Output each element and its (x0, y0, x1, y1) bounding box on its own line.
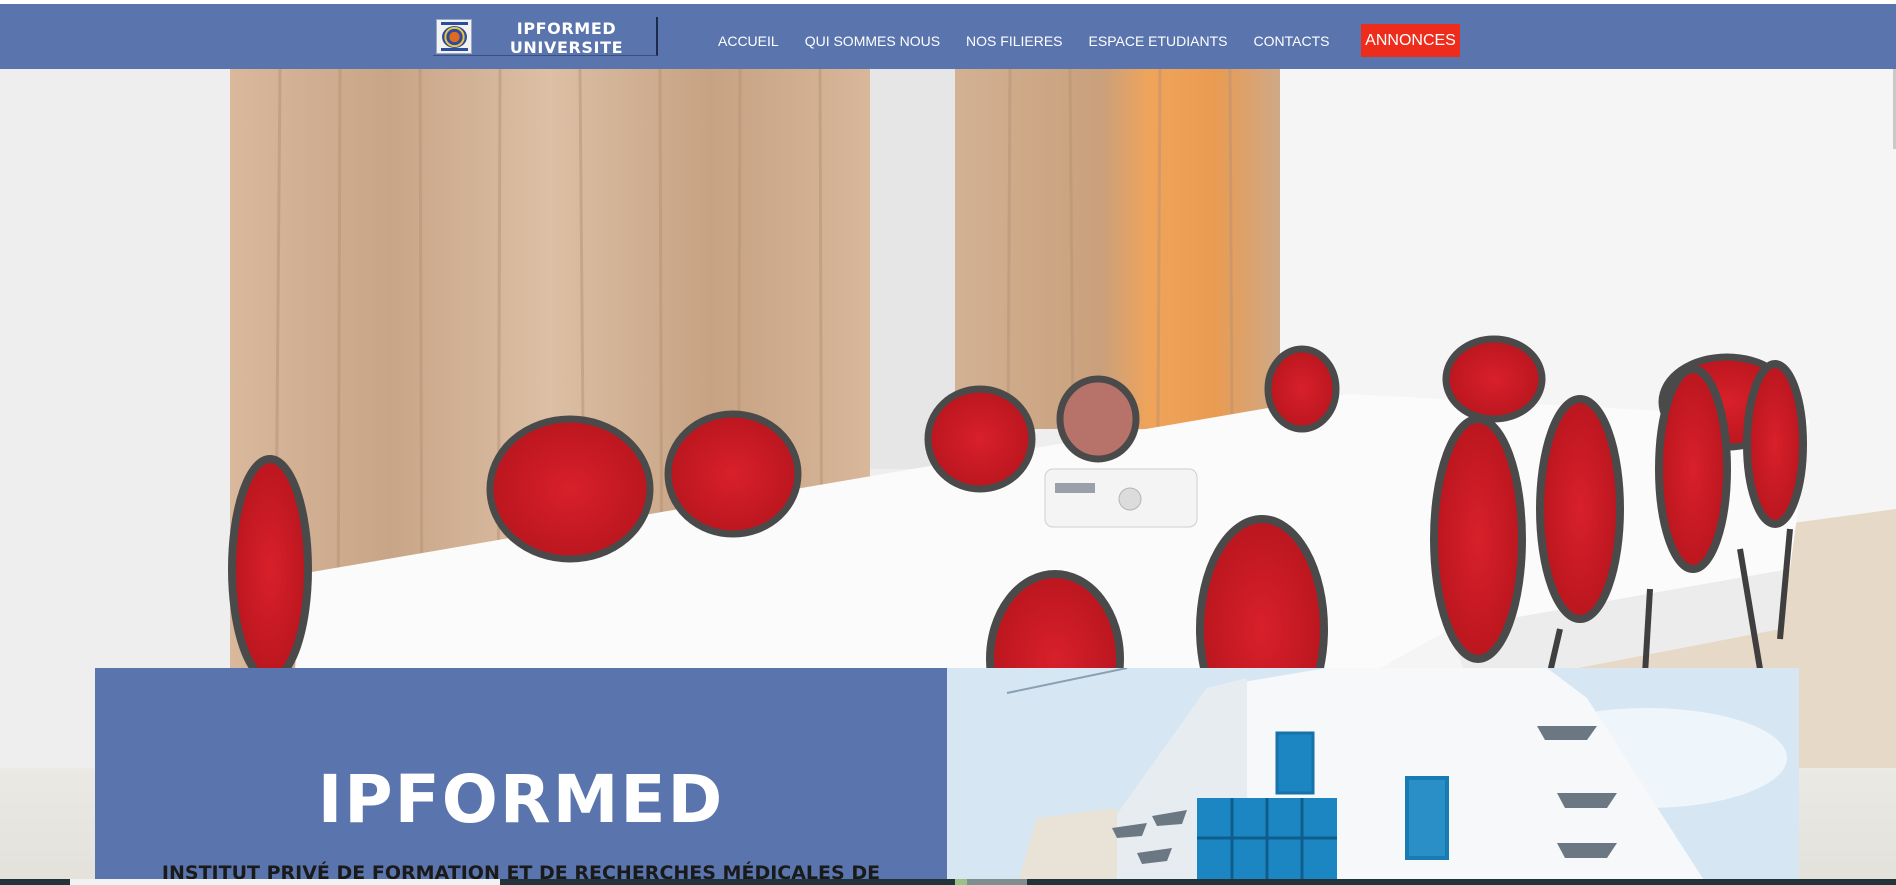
bottom-bar (0, 879, 1896, 885)
site-header: IPFORMED UNIVERSITE ACCUEIL QUI SOMMES N… (0, 4, 1896, 69)
nav-espace-etudiants[interactable]: ESPACE ETUDIANTS (1089, 29, 1228, 53)
nav-qui-sommes-nous[interactable]: QUI SOMMES NOUS (805, 29, 940, 53)
main-nav: ACCUEIL QUI SOMMES NOUS NOS FILIERES ESP… (718, 29, 1355, 53)
intro-card: IPFORMED INSTITUT PRIVÉ DE FORMATION ET … (95, 668, 947, 885)
logo-line-2: UNIVERSITE (509, 38, 624, 57)
nav-contacts[interactable]: CONTACTS (1254, 29, 1330, 53)
meeting-room-photo (0, 69, 1896, 769)
card-title: IPFORMED (317, 761, 725, 838)
logo-text: IPFORMED UNIVERSITE (479, 19, 654, 57)
hero-image (0, 69, 1896, 769)
nav-accueil[interactable]: ACCUEIL (718, 29, 779, 53)
building-image (947, 668, 1799, 885)
logo-line-1: IPFORMED (516, 19, 617, 38)
annonces-button[interactable]: ANNONCES (1361, 24, 1460, 57)
building-photo (947, 668, 1799, 885)
university-emblem-icon (436, 19, 472, 54)
nav-nos-filieres[interactable]: NOS FILIERES (966, 29, 1062, 53)
site-logo[interactable]: IPFORMED UNIVERSITE (433, 17, 658, 57)
